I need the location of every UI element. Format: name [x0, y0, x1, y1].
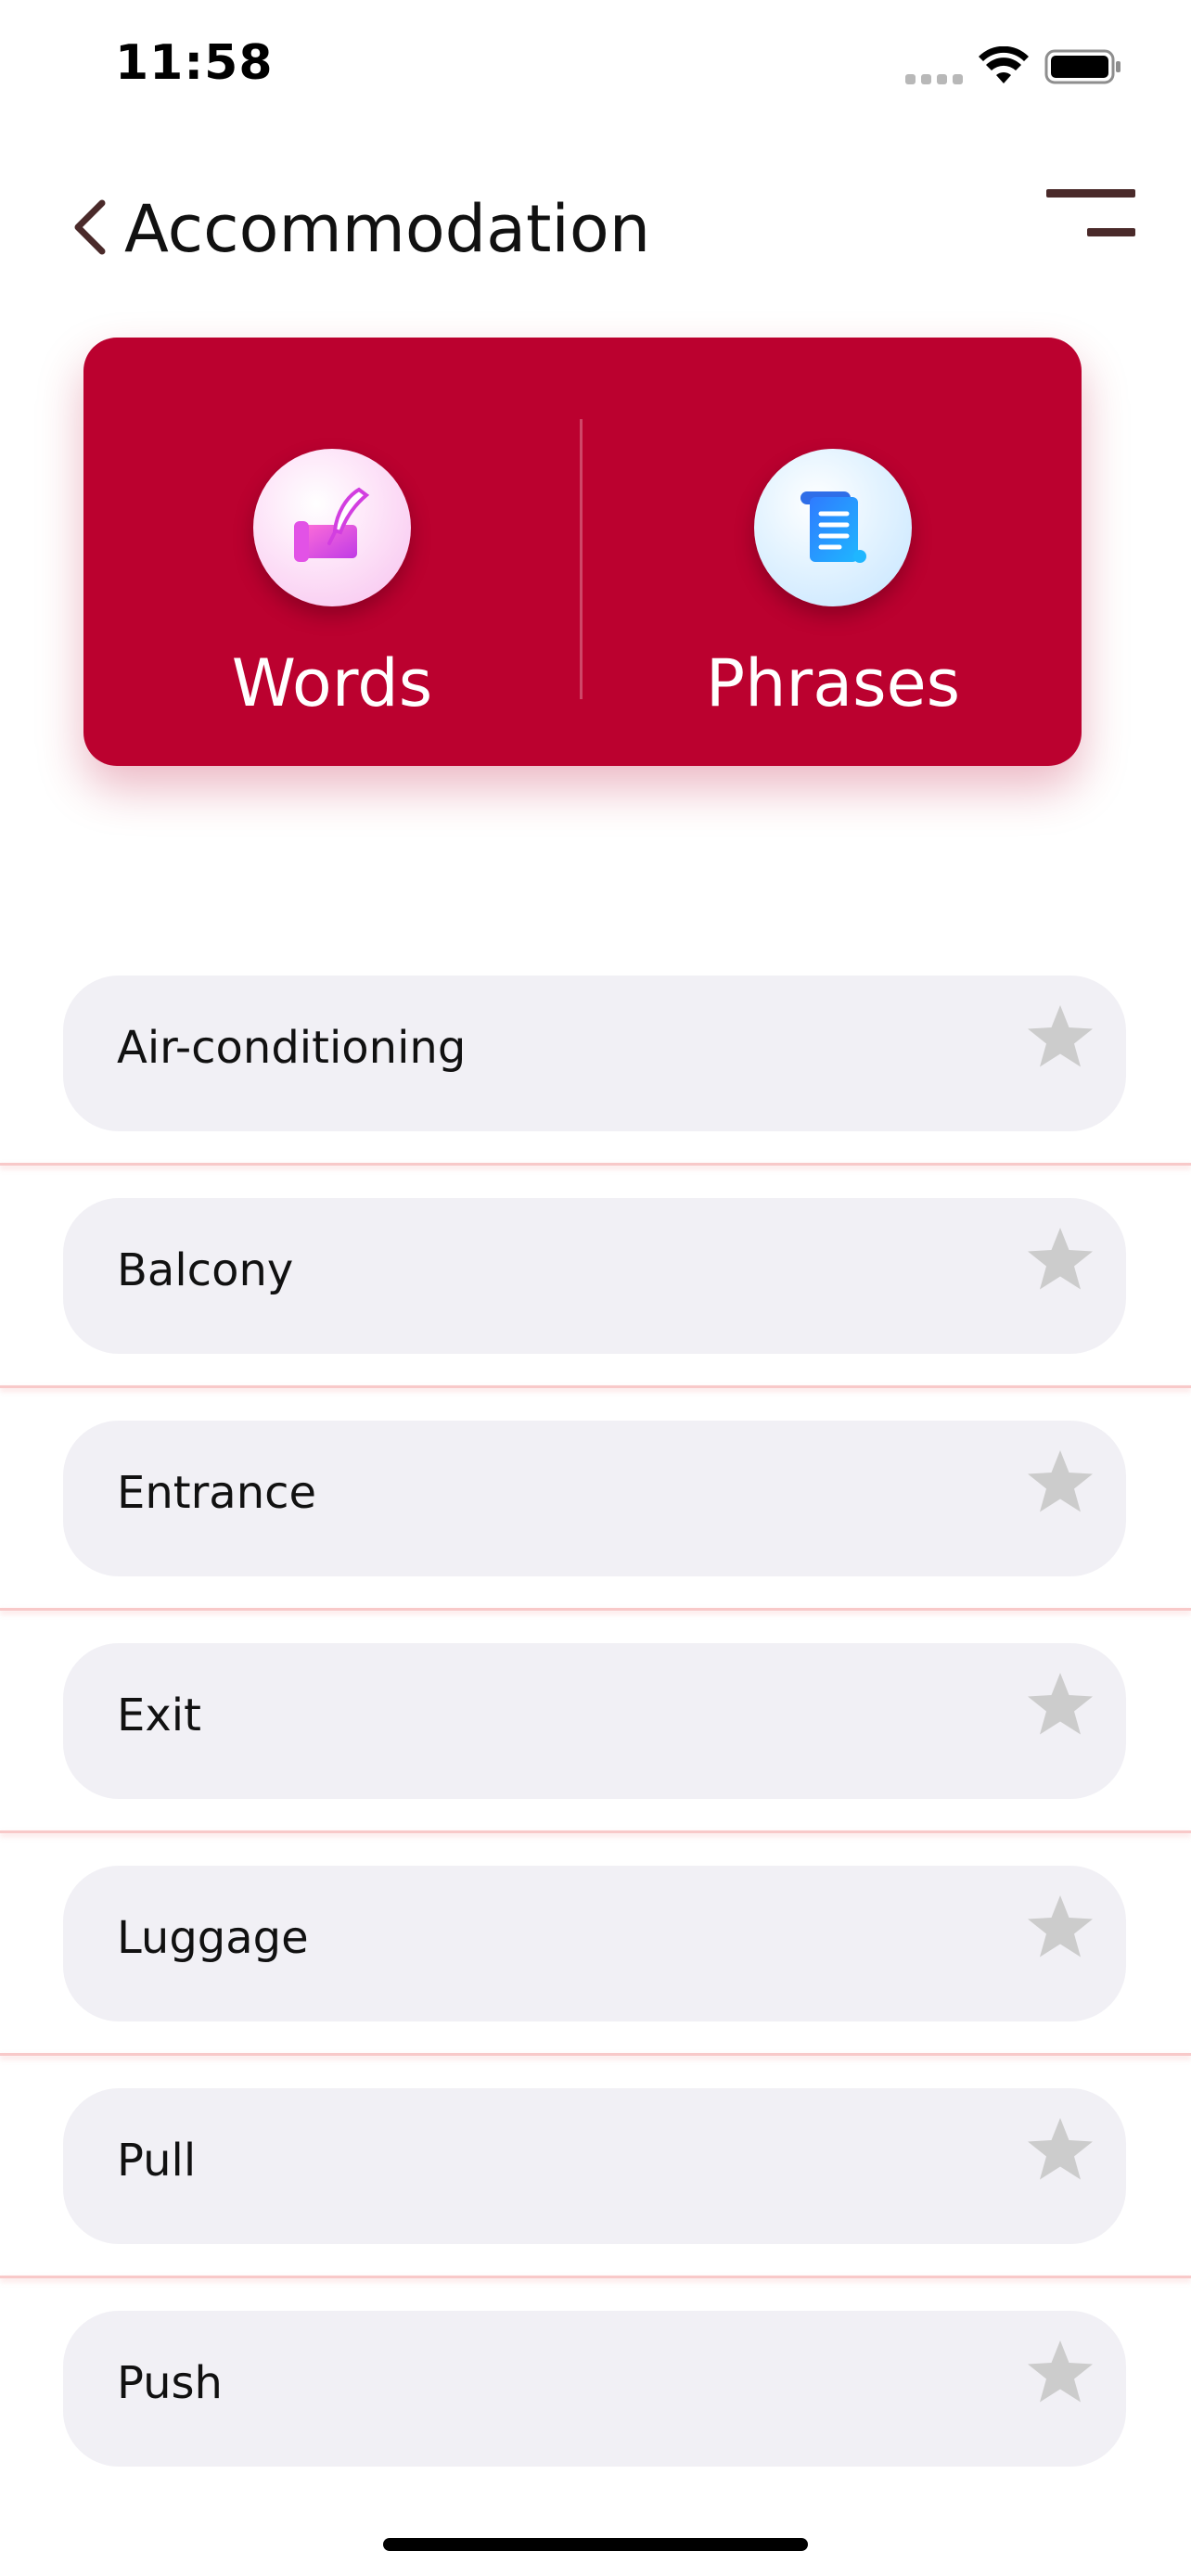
wifi-icon — [979, 46, 1029, 83]
list-item[interactable]: Exit — [0, 1643, 1191, 1866]
star-icon[interactable] — [1023, 1224, 1097, 1298]
word-label: Luggage — [117, 1912, 309, 1964]
word-label: Air-conditioning — [117, 1022, 467, 1074]
word-item-pull[interactable]: Pull — [63, 2088, 1126, 2244]
star-icon[interactable] — [1023, 1001, 1097, 1076]
star-icon[interactable] — [1023, 1447, 1097, 1521]
scroll-quill-icon — [253, 449, 411, 606]
cellular-signal-icon — [905, 74, 963, 84]
list-item[interactable]: Balcony — [0, 1198, 1191, 1421]
word-label: Pull — [117, 2135, 197, 2187]
card-divider — [580, 419, 583, 699]
status-time: 11:58 — [115, 35, 274, 91]
row-separator — [0, 2053, 1191, 2056]
phrases-label: Phrases — [705, 645, 961, 721]
page-title: Accommodation — [124, 191, 651, 267]
list-item[interactable]: Push — [0, 2311, 1191, 2533]
row-separator — [0, 1830, 1191, 1833]
back-button[interactable] — [61, 195, 117, 260]
row-separator — [0, 1385, 1191, 1388]
word-item-push[interactable]: Push — [63, 2311, 1126, 2467]
category-switcher: Words Phrases — [83, 338, 1082, 766]
list-item[interactable]: Entrance — [0, 1421, 1191, 1643]
word-label: Balcony — [117, 1244, 294, 1296]
battery-icon — [1044, 49, 1121, 84]
word-item-exit[interactable]: Exit — [63, 1643, 1126, 1799]
row-separator — [0, 1163, 1191, 1166]
word-item-balcony[interactable]: Balcony — [63, 1198, 1126, 1354]
word-label: Exit — [117, 1690, 201, 1741]
word-label: Push — [117, 2357, 223, 2409]
menu-lines-icon — [1046, 189, 1135, 198]
star-icon[interactable] — [1023, 1892, 1097, 1966]
list-item[interactable]: Luggage — [0, 1866, 1191, 2088]
status-bar: 11:58 — [0, 0, 1191, 130]
home-indicator[interactable] — [383, 2538, 808, 2551]
star-icon[interactable] — [1023, 1669, 1097, 1743]
word-item-luggage[interactable]: Luggage — [63, 1866, 1126, 2021]
row-separator — [0, 2276, 1191, 2278]
word-item-entrance[interactable]: Entrance — [63, 1421, 1126, 1576]
menu-button[interactable] — [1046, 182, 1139, 247]
document-scroll-icon — [754, 449, 912, 606]
word-item-air-conditioning[interactable]: Air-conditioning — [63, 976, 1126, 1131]
words-category-button[interactable]: Words — [83, 338, 581, 766]
words-label: Words — [231, 645, 433, 721]
row-separator — [0, 1608, 1191, 1611]
list-item[interactable]: Pull — [0, 2088, 1191, 2311]
list-item[interactable]: Air-conditioning — [0, 976, 1191, 1198]
star-icon[interactable] — [1023, 2114, 1097, 2188]
chevron-left-icon — [74, 199, 106, 255]
word-label: Entrance — [117, 1467, 317, 1519]
phrases-category-button[interactable]: Phrases — [584, 338, 1082, 766]
star-icon[interactable] — [1023, 2337, 1097, 2411]
